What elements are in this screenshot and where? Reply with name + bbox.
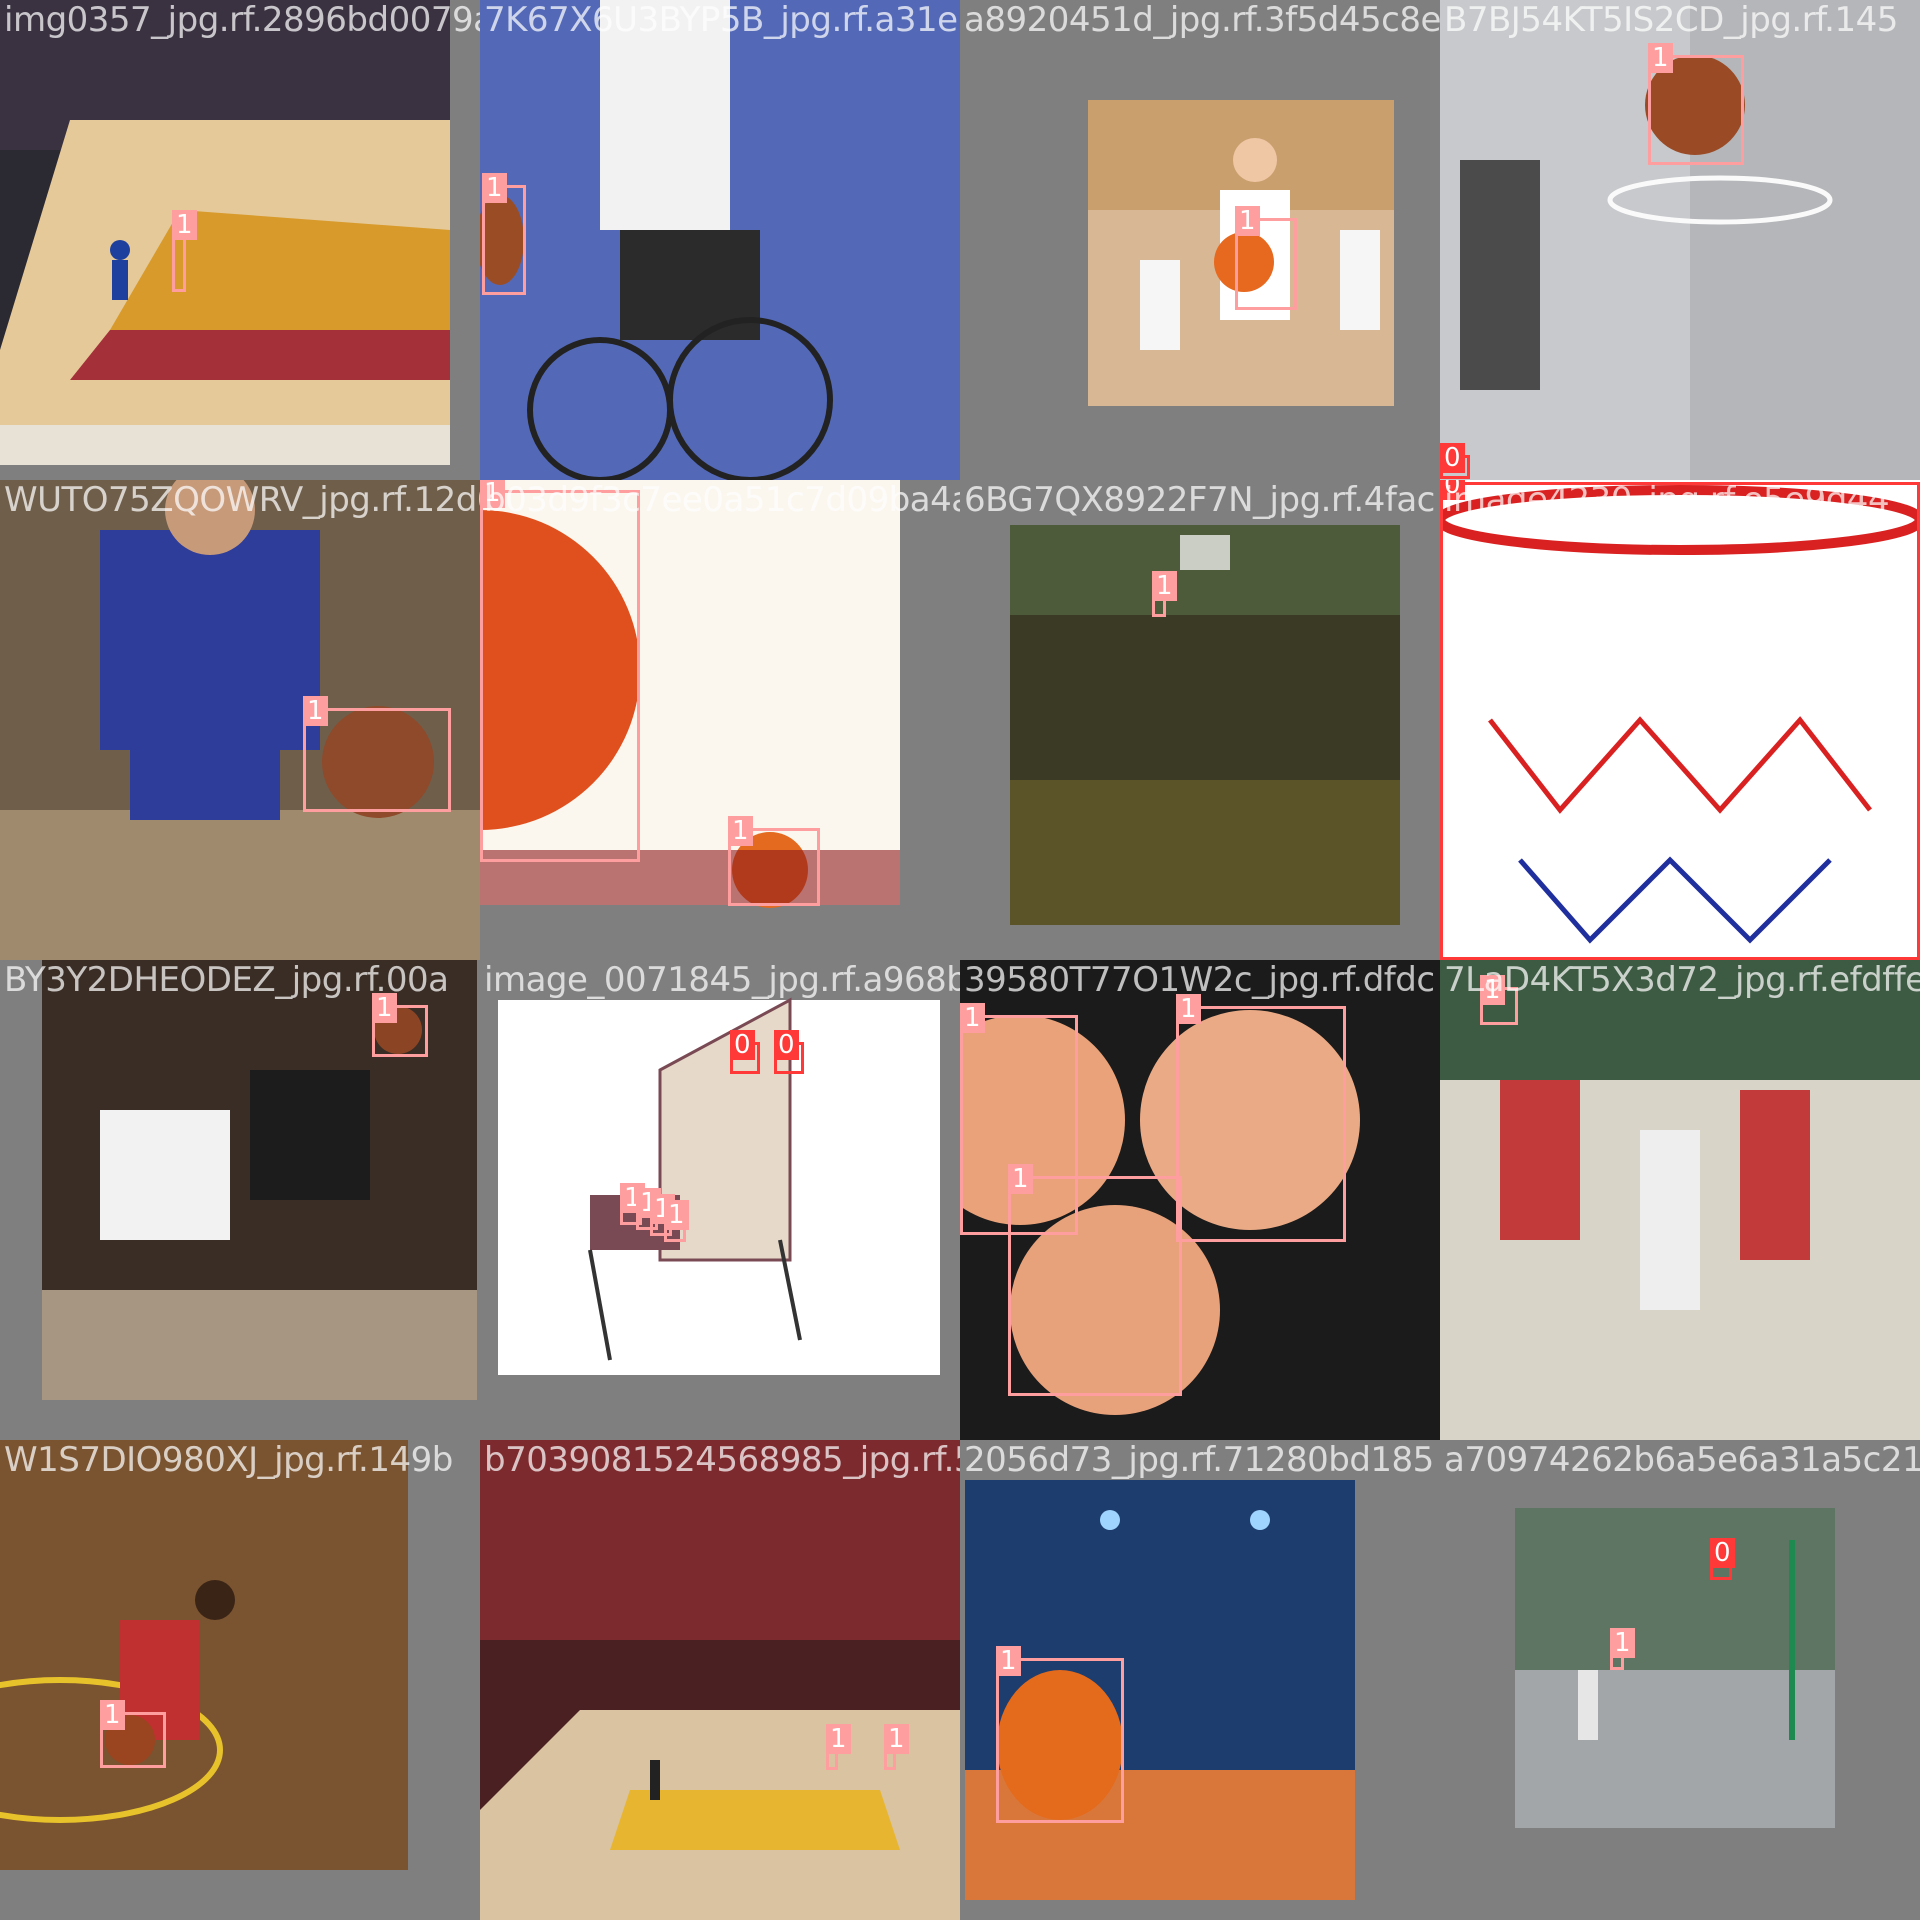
tile-filename: WUTO75ZQOWRV_jpg.rf.12d0349ff21b99094d36… <box>4 480 480 520</box>
tile-image <box>1515 1508 1835 1828</box>
class-label: 1 <box>1610 1628 1635 1658</box>
detection-box: 1 <box>172 210 197 292</box>
tile-filename: a8920451d_jpg.rf.3f5d45c8eaa88301856d3e <box>964 0 1440 40</box>
class-label: 1 <box>1008 1164 1033 1194</box>
class-label: 1 <box>728 816 753 846</box>
detection-box: 1 <box>664 1200 689 1242</box>
tile-filename: 7K67X6U3BYP5B_jpg.rf.a31e1925160d1a50768… <box>484 0 960 40</box>
detection-box: 1 <box>1152 571 1177 617</box>
tile-10: 0 0 1 1 1 1 image_0071845_jpg.rf.a968bc1 <box>480 960 960 1440</box>
class-label: 1 <box>996 1646 1021 1676</box>
detection-box: 1 <box>482 173 526 295</box>
tile-filename: a70974262b6a5e6a31a5c210c <box>1444 1440 1920 1480</box>
class-label: 1 <box>1648 43 1673 73</box>
tile-image <box>1088 100 1394 406</box>
tile-filename: 6BG7QX8922F7N_jpg.rf.4fac <box>964 480 1435 520</box>
tile-2: 1 7K67X6U3BYP5B_jpg.rf.a31e1925160d1a507… <box>480 0 960 480</box>
class-label: 1 <box>172 210 197 240</box>
detection-box: 1 <box>1235 206 1297 310</box>
class-label: 0 <box>1710 1538 1735 1568</box>
detection-box: 1 <box>100 1700 166 1768</box>
class-label: 1 <box>884 1724 909 1754</box>
detection-box: 1 <box>884 1724 909 1770</box>
class-label: 1 <box>960 1003 985 1033</box>
tile-13: 1 W1S7DIO980XJ_jpg.rf.149b <box>0 1440 480 1920</box>
class-label: 0 <box>774 1030 799 1060</box>
tile-image <box>480 1440 960 1920</box>
tile-16: 0 1 a70974262b6a5e6a31a5c210c <box>1440 1440 1920 1920</box>
detection-box: 1 <box>728 816 820 906</box>
detection-box: 0 <box>774 1030 804 1074</box>
tile-3: 1 a8920451d_jpg.rf.3f5d45c8eaa88301856d3… <box>960 0 1440 480</box>
class-label: 1 <box>664 1200 689 1230</box>
tile-image <box>498 997 940 1375</box>
tile-filename: 7LaD4KT5X3d72_jpg.rf.efdffe7 <box>1444 960 1920 1000</box>
tile-14: 1 1 b7039081524568985_jpg.rf.52fda972620… <box>480 1440 960 1920</box>
tile-9: 1 BY3Y2DHEODEZ_jpg.rf.00a <box>0 960 480 1440</box>
detection-box: 1 <box>303 696 451 812</box>
tile-8: 0 image4230_jpg.rf.e5e9d44 <box>1440 480 1920 960</box>
detection-box: 1 <box>826 1724 851 1770</box>
class-label: 1 <box>826 1724 851 1754</box>
tile-image <box>1010 525 1400 925</box>
tile-5: 1 WUTO75ZQOWRV_jpg.rf.12d0349ff21b99094d… <box>0 480 480 960</box>
class-label: 0 <box>1440 443 1465 473</box>
tile-11: 1 1 1 39580T77O1W2c_jpg.rf.dfdc <box>960 960 1440 1440</box>
tile-filename: image4230_jpg.rf.e5e9d44 <box>1444 480 1890 520</box>
tile-filename: BY3Y2DHEODEZ_jpg.rf.00a <box>4 960 449 1000</box>
detection-box: 1 <box>996 1646 1124 1823</box>
tile-filename: img0357_jpg.rf.2896bd0079a4f6e7cc0b1b9c5… <box>4 0 480 40</box>
tile-filename: b03d9f3c7ee0a51c7d09ba4a2 <box>484 480 960 520</box>
detection-box: 0 <box>730 1030 760 1074</box>
tile-4: 1 0 B7BJ54KT5IS2CD_jpg.rf.145 <box>1440 0 1920 480</box>
detection-box: 0 <box>1710 1538 1735 1580</box>
tile-12: 1 7LaD4KT5X3d72_jpg.rf.efdffe7 <box>1440 960 1920 1440</box>
detection-box: 0 <box>1440 480 1920 960</box>
tile-filename: 2056d73_jpg.rf.71280bd185 <box>964 1440 1434 1480</box>
class-label: 1 <box>1235 206 1260 236</box>
tile-image <box>0 1440 408 1870</box>
tile-7: 1 6BG7QX8922F7N_jpg.rf.4fac <box>960 480 1440 960</box>
detection-box: 1 <box>1610 1628 1635 1670</box>
tile-filename: W1S7DIO980XJ_jpg.rf.149b <box>4 1440 453 1480</box>
mosaic-grid: 1 img0357_jpg.rf.2896bd0079a4f6e7cc0b1b9… <box>0 0 1920 1920</box>
class-label: 1 <box>303 696 328 726</box>
tile-image <box>480 0 960 480</box>
tile-15: 1 2056d73_jpg.rf.71280bd185 <box>960 1440 1440 1920</box>
detection-box: 1 <box>372 993 428 1057</box>
detection-box: 1 <box>480 480 640 862</box>
class-label: 0 <box>730 1030 755 1060</box>
tile-image <box>0 0 450 465</box>
detection-box: 0 <box>1440 443 1470 479</box>
tile-image <box>1440 960 1920 1440</box>
class-label: 1 <box>482 173 507 203</box>
class-label: 1 <box>100 1700 125 1730</box>
class-label: 1 <box>1152 571 1177 601</box>
detection-box: 1 <box>1176 994 1346 1242</box>
detection-box: 1 <box>1008 1164 1182 1396</box>
tile-filename: image_0071845_jpg.rf.a968bc1 <box>484 960 960 1000</box>
tile-filename: 39580T77O1W2c_jpg.rf.dfdc <box>964 960 1435 1000</box>
detection-box: 1 <box>1648 43 1744 165</box>
tile-1: 1 img0357_jpg.rf.2896bd0079a4f6e7cc0b1b9… <box>0 0 480 480</box>
tile-filename: b7039081524568985_jpg.rf.52fda9726205 <box>484 1440 960 1480</box>
tile-6: 1 1 b03d9f3c7ee0a51c7d09ba4a2 <box>480 480 960 960</box>
tile-filename: B7BJ54KT5IS2CD_jpg.rf.145 <box>1444 0 1898 40</box>
